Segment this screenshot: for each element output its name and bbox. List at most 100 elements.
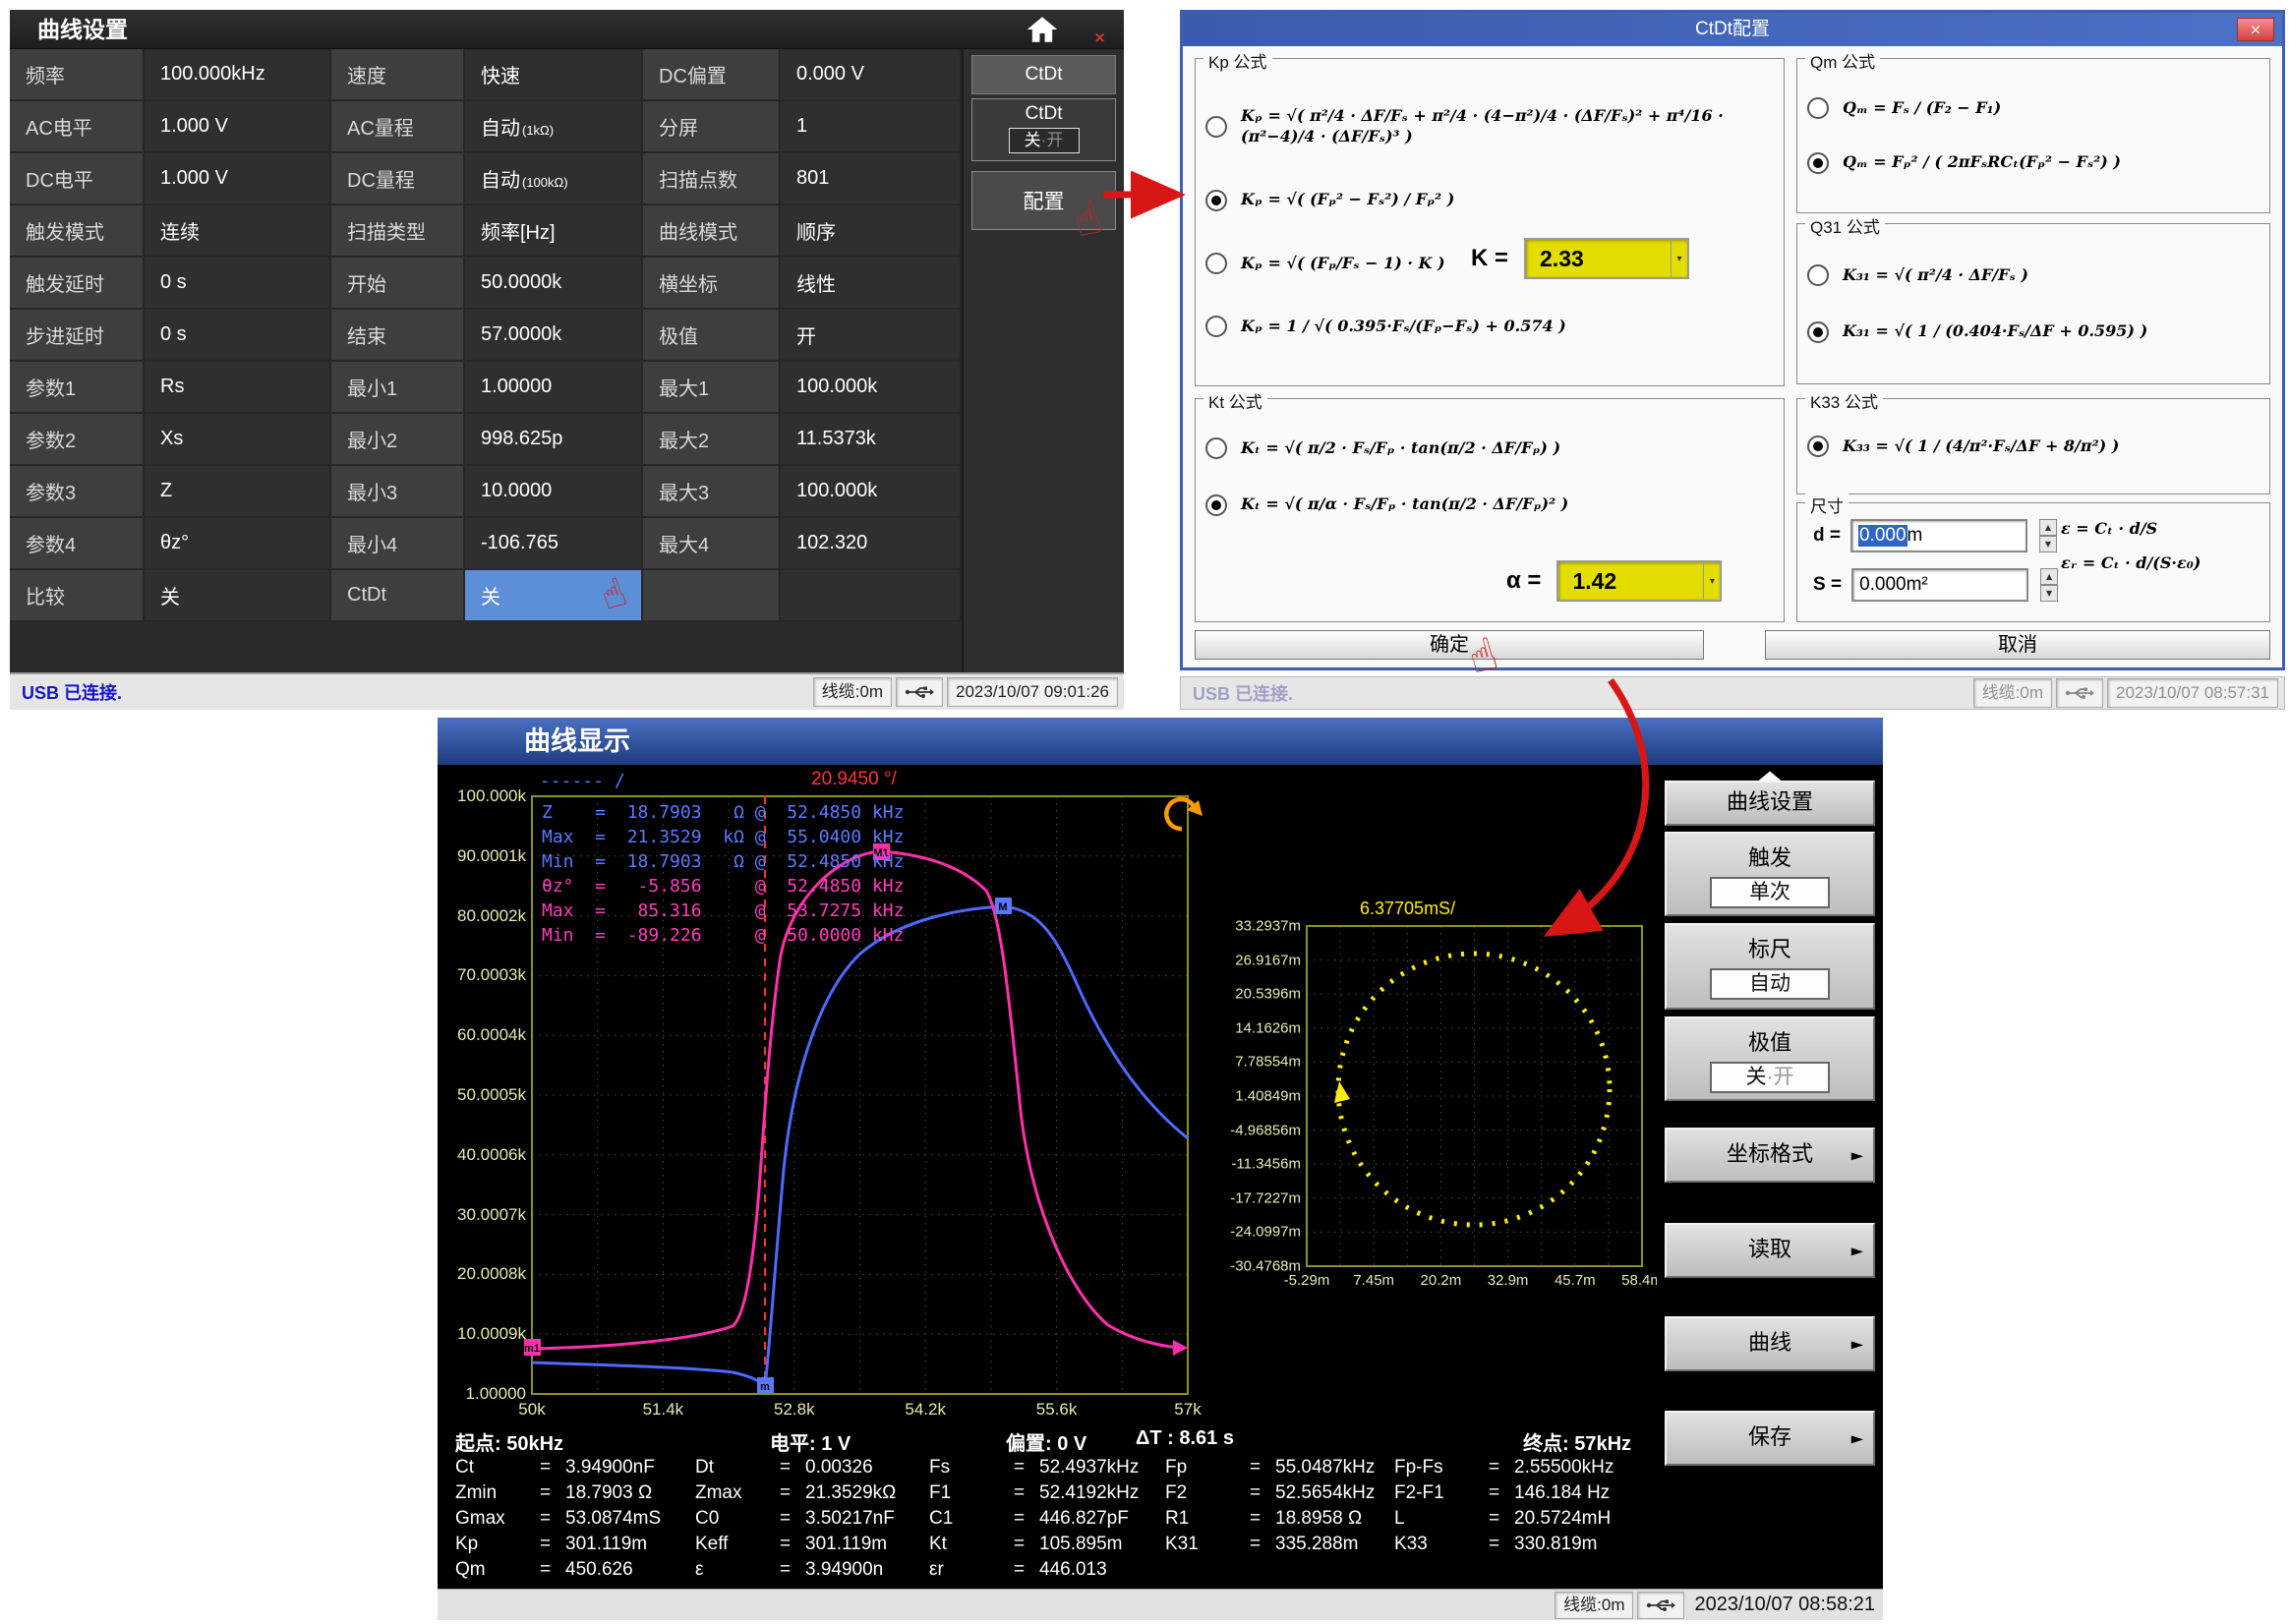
radio-button-selected[interactable] — [1205, 494, 1227, 516]
close-icon[interactable]: × — [2237, 18, 2274, 41]
setting-value[interactable]: 0.000 V — [781, 49, 962, 101]
sidebar-button-2[interactable]: 触发单次 — [1665, 832, 1875, 916]
sidebar-button-3[interactable]: 标尺自动 — [1665, 923, 1875, 1010]
setting-value[interactable]: Rs — [145, 362, 331, 414]
q31-formula-option[interactable]: K₃₁ = √( 1 / (0.404·Fₛ/ΔF + 0.595) ) — [1807, 321, 2261, 343]
sidebar-button-6[interactable]: 读取► — [1665, 1223, 1875, 1278]
home-icon[interactable] — [1026, 16, 1059, 43]
spin-down-icon[interactable]: ▼ — [2039, 536, 2057, 552]
s-spinner[interactable]: ▲▼ — [2040, 568, 2058, 602]
setting-value[interactable]: 1.000 V — [145, 101, 331, 153]
s-dimension-input[interactable]: 0.000m² — [1851, 568, 2028, 602]
formula-text: Qₘ = Fₚ² / ( 2πFₛRCₜ(Fₚ² − Fₛ²) ) — [1843, 152, 2127, 173]
k33-formula-option[interactable]: K₃₃ = √( 1 / (4/π²·Fₛ/ΔF + 8/π²) ) — [1807, 435, 2261, 457]
setting-value[interactable]: θz° — [145, 518, 331, 570]
q31-formula-option[interactable]: K₃₁ = √( π²/4 · ΔF/Fₛ ) — [1807, 264, 2261, 286]
setting-label: 极值 — [643, 310, 781, 362]
setting-value[interactable]: 102.320 — [781, 518, 962, 570]
dropdown-arrow-icon[interactable]: ▾ — [1671, 240, 1687, 277]
setting-value[interactable] — [781, 570, 962, 622]
setting-value[interactable]: 100.000k — [781, 466, 962, 518]
setting-value[interactable]: 100.000k — [781, 362, 962, 414]
cancel-button[interactable]: 取消 — [1765, 630, 2270, 660]
setting-label: 最大2 — [643, 414, 781, 466]
radio-button[interactable] — [1205, 437, 1227, 459]
stat-value: 450.626 — [565, 1559, 633, 1580]
x-axis-label: 52.8k — [774, 1400, 815, 1420]
setting-value[interactable]: 频率[Hz] — [465, 205, 643, 258]
radio-button[interactable] — [1205, 116, 1227, 138]
setting-value[interactable]: 快速 — [465, 49, 643, 101]
radio-button[interactable] — [1205, 253, 1227, 274]
kp-formula-option[interactable]: Kₚ = √( (Fₚ² − Fₛ²) / Fₚ² ) — [1205, 190, 1776, 211]
svg-text:M: M — [998, 901, 1007, 913]
k-coefficient-field[interactable]: 2.33 ▾ — [1524, 238, 1689, 279]
setting-value[interactable]: 50.0000k — [465, 258, 643, 310]
d-dimension-input[interactable]: 0.000m — [1850, 519, 2027, 552]
setting-value[interactable]: 100.000kHz — [145, 49, 331, 101]
setting-value[interactable]: 801 — [781, 153, 962, 205]
radio-button[interactable] — [1807, 97, 1829, 119]
radio-button-selected[interactable] — [1205, 190, 1227, 211]
setting-value[interactable]: Z — [145, 466, 331, 518]
setting-value[interactable]: 0 s — [145, 310, 331, 362]
sidebar-button-4[interactable]: 极值关·开 — [1665, 1016, 1875, 1101]
ctdt-toggle-label: CtDt — [972, 103, 1115, 125]
stat-value: 3.94900n — [805, 1559, 883, 1580]
radio-button-selected[interactable] — [1807, 152, 1829, 174]
s-value: 0.000m² — [1859, 574, 1928, 596]
sidebar-button-1[interactable]: 曲线设置 — [1665, 781, 1875, 826]
ctdt-toggle-state[interactable]: 关·开 — [1009, 128, 1080, 153]
setting-value[interactable]: 11.5373k — [781, 414, 962, 466]
setting-value[interactable]: Xs — [145, 414, 331, 466]
setting-label: 比较 — [10, 570, 145, 622]
setting-value[interactable]: 自动(1kΩ) — [465, 101, 643, 153]
ctdt-toggle-button[interactable]: CtDt 关·开 — [971, 98, 1116, 161]
ok-button[interactable]: 确定 — [1195, 630, 1704, 660]
setting-value[interactable]: 连续 — [145, 205, 331, 258]
sidebar-button-label: 曲线设置 — [1667, 783, 1873, 822]
setting-value[interactable]: 关 — [145, 570, 331, 622]
sidebar-button-7[interactable]: 曲线► — [1665, 1316, 1875, 1371]
setting-value[interactable]: 开 — [781, 310, 962, 362]
setting-label: 最小1 — [331, 362, 465, 414]
kp-formula-option[interactable]: Kₚ = √( π²/4 · ΔF/Fₛ + π²/4 · (4−π²)/4 ·… — [1205, 106, 1776, 147]
setting-value[interactable]: 关☝ — [465, 570, 643, 622]
spin-up-icon[interactable]: ▲ — [2040, 568, 2058, 585]
setting-value[interactable]: 1.000 V — [145, 153, 331, 205]
alpha-coefficient-field[interactable]: 1.42 ▾ — [1556, 560, 1722, 602]
radio-button[interactable] — [1205, 316, 1227, 337]
sidebar-button-8[interactable]: 保存► — [1665, 1411, 1875, 1466]
setting-value[interactable]: 1.00000 — [465, 362, 643, 414]
setting-value[interactable]: 0 s — [145, 258, 331, 310]
setting-value[interactable]: 57.0000k — [465, 310, 643, 362]
radio-button-selected[interactable] — [1807, 321, 1829, 343]
qm-formula-option[interactable]: Qₘ = Fₛ / (F₂ − F₁) — [1807, 97, 2261, 119]
setting-value[interactable]: -106.765 — [465, 518, 643, 570]
setting-value[interactable]: 线性 — [781, 258, 962, 310]
stat-cell: ε=3.94900n — [695, 1559, 929, 1585]
sidebar-button-5[interactable]: 坐标格式► — [1665, 1128, 1875, 1183]
setting-label: 最大3 — [643, 466, 781, 518]
setting-label: 触发模式 — [10, 205, 145, 258]
qm-formula-option[interactable]: Qₘ = Fₚ² / ( 2πFₛRCₜ(Fₚ² − Fₛ²) ) — [1807, 152, 2261, 174]
spin-down-icon[interactable]: ▼ — [2040, 585, 2058, 602]
readout-line: Min = -89.226 @ 50.0000 kHz — [542, 923, 904, 948]
svg-text:m1: m1 — [524, 1343, 540, 1355]
kt-formula-option[interactable]: Kₜ = √( π/2 · Fₛ/Fₚ · tan(π/2 · ΔF/Fₚ) ) — [1205, 437, 1776, 459]
setting-value[interactable]: 998.625p — [465, 414, 643, 466]
setting-value[interactable]: 1 — [781, 101, 962, 153]
stat-value: 18.7903 Ω — [565, 1482, 652, 1503]
stat-name: C1 — [929, 1508, 1014, 1530]
spin-up-icon[interactable]: ▲ — [2039, 519, 2057, 536]
settings-row: 参数2Xs最小2998.625p最大211.5373k — [10, 414, 962, 466]
d-spinner[interactable]: ▲▼ — [2039, 519, 2057, 552]
kt-formula-option[interactable]: Kₜ = √( π/α · Fₛ/Fₚ · tan(π/2 · ΔF/Fₚ)² … — [1205, 494, 1776, 516]
radio-button-selected[interactable] — [1807, 435, 1829, 457]
kp-formula-option[interactable]: Kₚ = 1 / √( 0.395·Fₛ/(Fₚ−Fₛ) + 0.574 ) — [1205, 316, 1776, 337]
setting-value[interactable]: 自动(100kΩ) — [465, 153, 643, 205]
setting-value[interactable]: 10.0000 — [465, 466, 643, 518]
dropdown-arrow-icon[interactable]: ▾ — [1703, 562, 1720, 600]
radio-button[interactable] — [1807, 264, 1829, 286]
setting-value[interactable]: 顺序 — [781, 205, 962, 258]
